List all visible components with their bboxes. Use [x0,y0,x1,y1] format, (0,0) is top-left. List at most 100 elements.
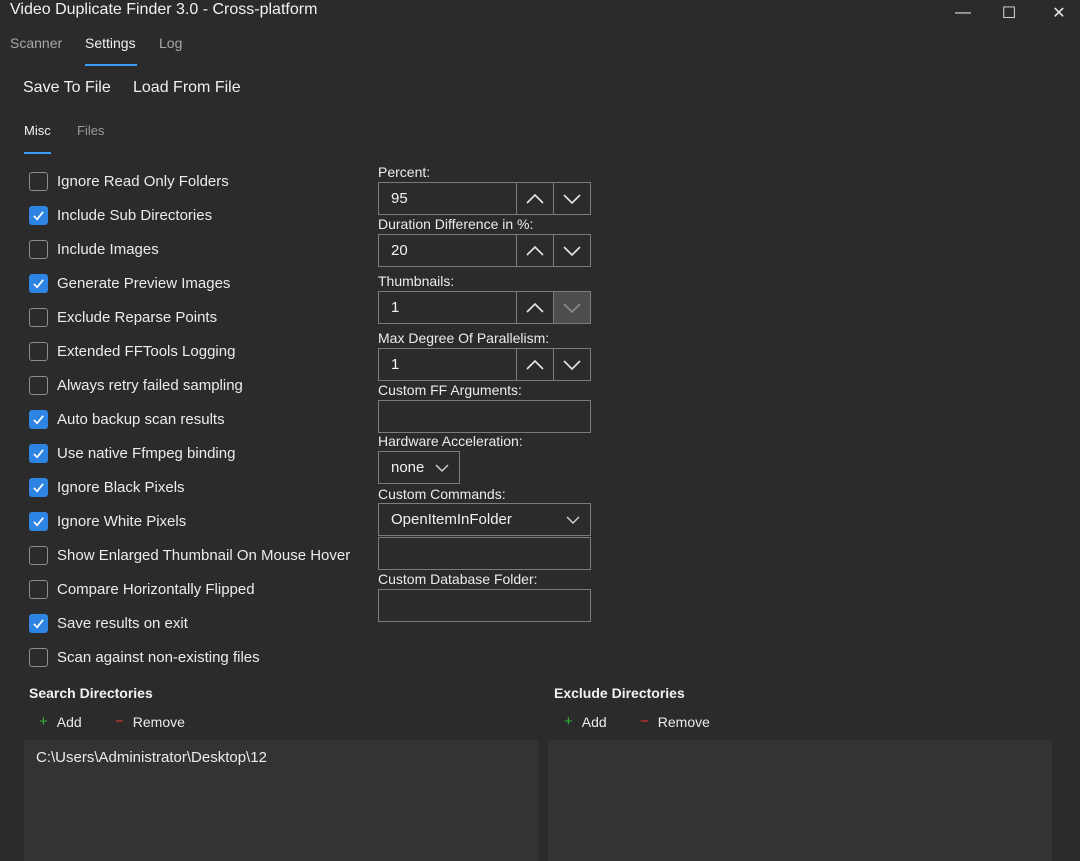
checkbox-checked[interactable] [29,443,48,463]
checkbox-label: Use native Ffmpeg binding [57,444,236,462]
checkbox-row[interactable]: Generate Preview Images [29,272,230,294]
percent-value[interactable]: 95 [379,183,516,214]
checkbox-unchecked[interactable] [29,239,48,259]
checkbox-label: Always retry failed sampling [57,376,243,394]
search-add-button[interactable]: + Add [39,713,82,730]
search-directories-heading: Search Directories [29,685,153,701]
thumbnails-stepper[interactable]: 1 [378,291,591,324]
checkbox-row[interactable]: Save results on exit [29,612,188,634]
checkbox-label: Scan against non-existing files [57,648,260,666]
chevron-down-icon [563,359,581,370]
checkbox-unchecked[interactable] [29,545,48,565]
checkbox-row[interactable]: Compare Horizontally Flipped [29,578,255,600]
checkbox-checked[interactable] [29,477,48,497]
checkbox-row[interactable]: Always retry failed sampling [29,374,243,396]
search-add-label: Add [56,713,82,730]
checkbox-row[interactable]: Ignore White Pixels [29,510,186,532]
checkbox-label: Extended FFTools Logging [57,342,236,360]
checkbox-unchecked[interactable] [29,171,48,191]
percent-label: Percent: [378,164,431,180]
hw-accel-select[interactable]: none [378,451,460,484]
checkbox-row[interactable]: Auto backup scan results [29,408,225,430]
subtab-files[interactable]: Files [77,123,104,138]
duration-down-button[interactable] [553,235,590,266]
percent-stepper[interactable]: 95 [378,182,591,215]
checkbox-row[interactable]: Include Images [29,238,159,260]
thumbnails-value[interactable]: 1 [379,292,516,323]
checkbox-checked[interactable] [29,205,48,225]
duration-label: Duration Difference in %: [378,216,534,232]
checkbox-row[interactable]: Exclude Reparse Points [29,306,217,328]
parallelism-down-button[interactable] [553,349,590,380]
tab-log[interactable]: Log [159,35,182,51]
hw-accel-label: Hardware Acceleration: [378,433,523,449]
checkbox-checked[interactable] [29,273,48,293]
checkbox-checked[interactable] [29,613,48,633]
save-to-file-button[interactable]: Save To File [23,79,111,97]
custom-commands-label: Custom Commands: [378,486,506,502]
duration-value[interactable]: 20 [379,235,516,266]
checkmark-icon [33,210,44,220]
thumbnails-up-button[interactable] [516,292,553,323]
checkbox-unchecked[interactable] [29,307,48,327]
percent-down-button[interactable] [553,183,590,214]
chevron-down-icon [566,516,580,524]
checkbox-row[interactable]: Extended FFTools Logging [29,340,235,362]
exclude-add-button[interactable]: + Add [564,713,607,730]
checkbox-checked[interactable] [29,409,48,429]
search-remove-button[interactable]: − Remove [115,713,185,730]
subtab-misc[interactable]: Misc [24,123,51,138]
ff-arguments-input[interactable] [378,400,591,433]
checkmark-icon [33,414,44,424]
checkbox-row[interactable]: Ignore Black Pixels [29,476,185,498]
tab-scanner[interactable]: Scanner [10,35,62,51]
database-folder-input[interactable] [378,589,591,622]
chevron-down-icon [563,245,581,256]
checkbox-row[interactable]: Show Enlarged Thumbnail On Mouse Hover [29,544,350,566]
plus-icon: + [564,713,573,730]
parallelism-stepper[interactable]: 1 [378,348,591,381]
thumbnails-down-button [553,292,590,323]
checkbox-unchecked[interactable] [29,341,48,361]
custom-commands-value: OpenItemInFolder [391,511,512,528]
chevron-down-icon [435,464,449,472]
checkbox-label: Ignore Black Pixels [57,478,185,496]
parallelism-value[interactable]: 1 [379,349,516,380]
load-from-file-button[interactable]: Load From File [133,79,241,97]
checkbox-row[interactable]: Ignore Read Only Folders [29,170,229,192]
exclude-remove-button[interactable]: − Remove [640,713,710,730]
chevron-up-icon [526,193,544,204]
chevron-down-icon [563,193,581,204]
window-title: Video Duplicate Finder 3.0 - Cross-platf… [10,1,318,18]
minimize-button[interactable]: — [940,0,986,26]
tab-settings[interactable]: Settings [85,35,136,51]
checkbox-label: Ignore White Pixels [57,512,187,530]
tab-settings-underline [85,64,137,66]
checkbox-checked[interactable] [29,511,48,531]
checkbox-row[interactable]: Include Sub Directories [29,204,212,226]
close-button[interactable]: ✕ [1036,0,1080,26]
checkbox-label: Generate Preview Images [57,274,231,292]
chevron-up-icon [526,245,544,256]
checkbox-label: Include Sub Directories [57,206,213,224]
checkbox-unchecked[interactable] [29,579,48,599]
duration-stepper[interactable]: 20 [378,234,591,267]
exclude-directories-heading: Exclude Directories [554,685,685,701]
exclude-directories-list[interactable] [548,740,1052,861]
maximize-button[interactable]: ☐ [986,0,1032,26]
checkbox-row[interactable]: Scan against non-existing files [29,646,260,668]
percent-up-button[interactable] [516,183,553,214]
exclude-remove-label: Remove [657,713,710,730]
thumbnails-label: Thumbnails: [378,273,455,289]
custom-commands-select[interactable]: OpenItemInFolder [378,503,591,536]
checkbox-label: Exclude Reparse Points [57,308,218,326]
search-directory-item[interactable]: C:\Users\Administrator\Desktop\12 [36,749,267,766]
hw-accel-value: none [391,459,425,476]
duration-up-button[interactable] [516,235,553,266]
checkbox-row[interactable]: Use native Ffmpeg binding [29,442,235,464]
parallelism-up-button[interactable] [516,349,553,380]
custom-command-input[interactable] [378,537,591,570]
checkbox-label: Ignore Read Only Folders [57,172,229,190]
checkbox-unchecked[interactable] [29,647,48,667]
checkbox-unchecked[interactable] [29,375,48,395]
